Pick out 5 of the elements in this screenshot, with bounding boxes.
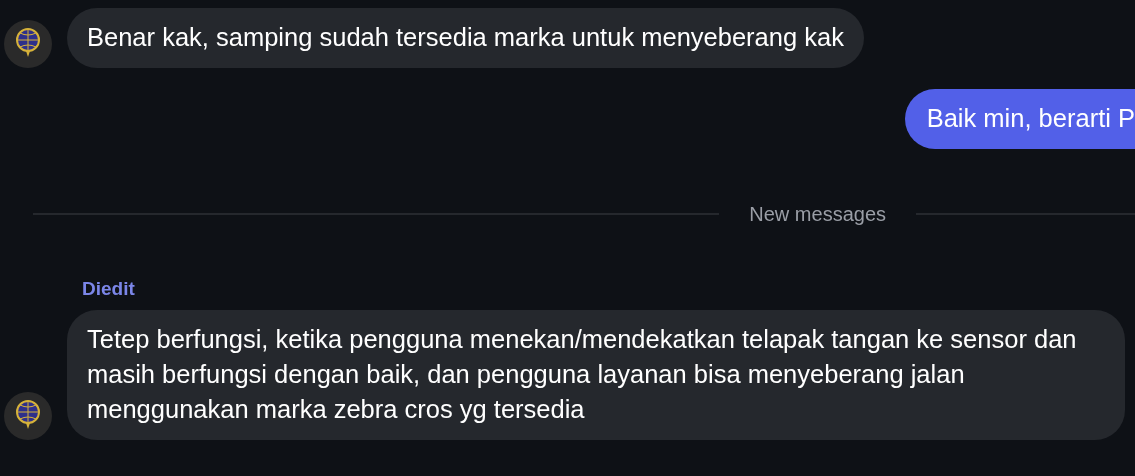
message-bubble: Tetep berfungsi, ketika pengguna menekan/mendekatkan telapak tangan ke sensor dan masih berfungsi dengan baik, dan pengguna layanan bisa menyeberang jalan menggunakan marka zebra cros yg tersedia (67, 309, 1125, 440)
sender-name: Diedit (82, 277, 136, 301)
message-bubble: Baik min, berarti P (904, 89, 1135, 149)
new-messages-label: New messages (749, 202, 886, 227)
message-bubble: Benar kak, samping sudah tersedia marka untuk menyeberang kak (67, 8, 864, 68)
